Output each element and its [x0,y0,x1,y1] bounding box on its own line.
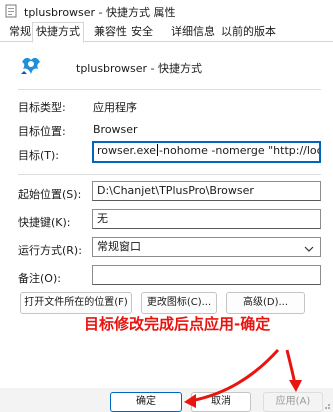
document-icon [4,4,18,18]
tab-bar: 常规 快捷方式 兼容性 安全 详细信息 以前的版本 [0,22,333,43]
target-label: 目标(T): [18,149,60,162]
open-file-location-button[interactable]: 打开文件所在的位置(F) [20,292,132,314]
tab-previous-versions[interactable]: 以前的版本 [218,24,279,42]
target-location-label: 目标位置: [18,125,66,138]
annotation-text: 目标修改完成后点应用-确定 [84,315,271,333]
target-field[interactable]: rowser.exe-nohome -nomerge "http://local… [92,141,321,163]
divider [18,174,321,175]
run-mode-select[interactable]: 常规窗口 [92,237,321,257]
apply-button[interactable]: 应用(A) [263,392,323,412]
cancel-button[interactable]: 取消 [191,392,251,412]
run-mode-value: 常规窗口 [97,240,141,253]
start-in-label: 起始位置(S): [18,188,82,201]
target-location-value: Browser [93,123,138,136]
chevron-down-icon [304,242,314,252]
ok-button[interactable]: 确定 [110,392,182,412]
title-bar: tplusbrowser - 快捷方式 属性 [0,0,333,22]
tab-compatibility[interactable]: 兼容性 [91,24,130,42]
window-title: tplusbrowser - 快捷方式 属性 [24,6,176,19]
resize-grip-icon[interactable] [321,400,331,410]
hotkey-field[interactable]: 无 [92,209,321,229]
run-mode-label: 运行方式(R): [18,244,82,257]
arrow-to-apply-icon [285,349,302,392]
comment-label: 备注(O): [18,272,61,285]
target-text-after: -nohome -nomerge "http://localhost:8 [159,144,319,157]
start-in-field[interactable]: D:\Chanjet\TPlusPro\Browser [92,181,321,201]
target-type-value: 应用程序 [93,101,137,114]
tab-security[interactable]: 安全 [128,24,156,42]
change-icon-button[interactable]: 更改图标(C)... [141,292,217,314]
tab-details[interactable]: 详细信息 [168,24,218,42]
text-caret [157,144,159,156]
tab-shortcut[interactable]: 快捷方式 [32,22,84,43]
target-text-before: rowser.exe [97,144,157,157]
tab-general[interactable]: 常规 [6,24,34,42]
shortcut-name: tplusbrowser - 快捷方式 [76,62,203,75]
comment-field[interactable] [92,265,321,285]
advanced-button[interactable]: 高级(D)... [226,292,305,314]
tplus-app-icon [18,52,44,78]
target-type-label: 目标类型: [18,101,66,114]
divider [18,89,321,90]
hotkey-label: 快捷键(K): [18,216,71,229]
